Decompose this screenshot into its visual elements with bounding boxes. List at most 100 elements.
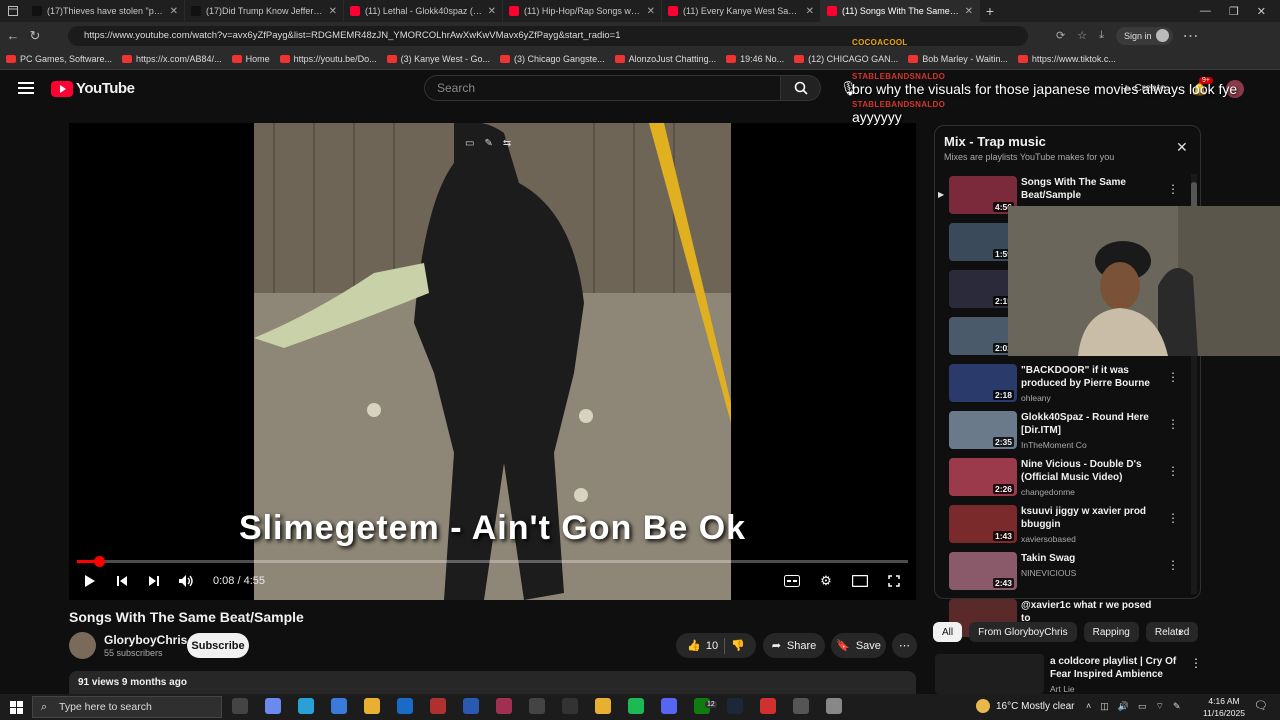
clip-icon[interactable]: ✎ (484, 138, 492, 149)
playlist-thumbnail[interactable]: 1:59 (949, 223, 1017, 261)
video-player[interactable]: ▭ ✎ ⇆ Slimegetem - Ain't Gon Be Ok 0:08 … (69, 123, 916, 600)
fullscreen-button[interactable] (883, 570, 905, 592)
item-menu-icon[interactable]: ⋮ (1167, 182, 1179, 196)
bookmark-item[interactable]: (3) Kanye West - Go... (386, 54, 490, 64)
playlist-thumbnail[interactable]: 2:26 (949, 458, 1017, 496)
reload-button[interactable]: ↻ (26, 27, 44, 45)
app-icon[interactable] (529, 698, 545, 714)
browser-tab[interactable]: (17)Did Trump Know Jeffery Epst... ✕ (185, 0, 344, 22)
like-button[interactable]: 👍 10 (687, 639, 718, 653)
playlist-item[interactable]: 1:43 ksuuvi jiggy w xavier prod bbuggin xa… (935, 505, 1185, 552)
edge-icon[interactable] (298, 698, 314, 714)
tab-close-icon[interactable]: ✕ (647, 6, 655, 17)
subscribe-button[interactable]: Subscribe (187, 633, 249, 658)
filter-chip[interactable]: All (933, 622, 963, 642)
item-menu-icon[interactable]: ⋮ (1167, 464, 1179, 478)
playlist-item[interactable]: 2:26 Nine Vicious - Double D's (Official … (935, 458, 1185, 505)
browser-tab[interactable]: (11) Hip-Hop/Rap Songs with Vid... ✕ (503, 0, 662, 22)
outlook-icon[interactable] (397, 698, 413, 714)
playlist-item[interactable]: 2:43 Takin Swag NINEVICIOUS ⋮ (935, 552, 1185, 599)
filter-chip[interactable]: Related (1145, 622, 1199, 642)
share-button[interactable]: ➦ Share (763, 633, 825, 658)
more-actions-button[interactable]: ⋯ (892, 633, 917, 658)
bookmark-item[interactable]: AlonzoJust Chatting... (614, 54, 716, 64)
menu-icon[interactable] (18, 81, 34, 95)
playlist-thumbnail[interactable]: 2:15 (949, 270, 1017, 308)
chevron-right-icon[interactable]: › (1178, 624, 1182, 639)
battery-icon[interactable]: ▭ (1138, 701, 1147, 712)
minimize-button[interactable]: — (1200, 5, 1211, 18)
playlist-item[interactable]: 2:18 "BACKDOOR" if it was produced by Pie… (935, 364, 1185, 411)
progress-scrubber[interactable] (94, 556, 106, 567)
playlist-thumbnail[interactable]: 2:43 (949, 552, 1017, 590)
progress-bar[interactable] (77, 556, 908, 567)
item-menu-icon[interactable]: ⋮ (1167, 511, 1179, 525)
channel-avatar[interactable] (69, 632, 96, 659)
maximize-button[interactable]: ❐ (1229, 5, 1239, 18)
browser-tab[interactable]: (17)Thieves have stolen "pricele... ✕ (26, 0, 185, 22)
task-view-icon[interactable] (232, 698, 248, 714)
edit-icon[interactable]: ✎ (1173, 701, 1181, 712)
app-icon[interactable] (760, 698, 776, 714)
browser-tab[interactable]: (11) Songs With The Same B... ✕ (821, 0, 980, 22)
tab-close-icon[interactable]: ✕ (488, 6, 496, 17)
clock[interactable]: 4:16 AM 11/16/2025 (1200, 695, 1248, 719)
volume-button[interactable] (175, 570, 197, 592)
bookmark-item[interactable]: Home (231, 54, 270, 64)
tab-actions-icon[interactable] (0, 0, 26, 22)
browser-tab[interactable]: (11) Lethal - Glokk40spaz (old ve... ✕ (344, 0, 503, 22)
bookmark-item[interactable]: https://youtu.be/Do... (279, 54, 377, 64)
tab-close-icon[interactable]: ✕ (170, 6, 178, 17)
playlist-item[interactable]: 2:35 Glokk40Spaz - Round Here [Dir.ITM] In… (935, 411, 1185, 458)
spotify-icon[interactable] (628, 698, 644, 714)
item-menu-icon[interactable]: ⋮ (1167, 558, 1179, 572)
app-icon[interactable] (826, 698, 842, 714)
settings-button[interactable]: ⚙ (815, 570, 837, 592)
app-icon[interactable] (496, 698, 512, 714)
store-icon[interactable] (331, 698, 347, 714)
item-menu-icon[interactable]: ⋮ (1167, 417, 1179, 431)
discord-icon[interactable] (661, 698, 677, 714)
tab-close-icon[interactable]: ✕ (806, 6, 814, 17)
theater-button[interactable] (849, 570, 871, 592)
game-icon[interactable] (430, 698, 446, 714)
playlist-thumbnail[interactable]: 2:35 (949, 411, 1017, 449)
previous-button[interactable] (111, 570, 133, 592)
recommended-menu-icon[interactable]: ⋮ (1190, 656, 1202, 670)
playlist-thumbnail[interactable]: 2:18 (949, 364, 1017, 402)
filter-chip[interactable]: Rapping (1083, 622, 1139, 642)
back-button[interactable]: ← (4, 27, 22, 45)
channel-name[interactable]: GloryboyChris (104, 633, 187, 647)
save-button[interactable]: 🔖 Save (831, 633, 886, 658)
subtitles-button[interactable] (781, 570, 803, 592)
app-icon[interactable] (793, 698, 809, 714)
browser-tab[interactable]: (11) Every Kanye West Sample EV... ✕ (662, 0, 821, 22)
youtube-logo[interactable]: YouTube (51, 80, 135, 97)
item-menu-icon[interactable]: ⋮ (1167, 370, 1179, 384)
app-icon[interactable] (463, 698, 479, 714)
steam-icon[interactable] (727, 698, 743, 714)
search-button[interactable] (781, 75, 821, 101)
tab-close-icon[interactable]: ✕ (965, 6, 973, 17)
network-icon[interactable]: ◫ (1100, 701, 1109, 712)
close-window-button[interactable]: ✕ (1257, 5, 1266, 18)
app-icon[interactable] (562, 698, 578, 714)
weather-widget[interactable]: 16°C Mostly clear (976, 699, 1074, 713)
playlist-thumbnail[interactable]: 4:56 (949, 176, 1017, 214)
bookmark-item[interactable]: PC Games, Software... (6, 54, 112, 64)
filter-chip[interactable]: From GloryboyChris (969, 622, 1077, 642)
recommended-title[interactable]: a coldcore playlist | Cry Of Fear Inspir… (1050, 655, 1185, 681)
search-input[interactable]: Search (424, 75, 781, 101)
app-icon[interactable] (595, 698, 611, 714)
playlist-thumbnail[interactable]: 1:43 (949, 505, 1017, 543)
start-button[interactable] (0, 700, 32, 714)
next-button[interactable] (143, 570, 165, 592)
volume-tray-icon[interactable]: 🔊 (1118, 701, 1129, 712)
accessibility-icon[interactable]: ⇆ (503, 138, 511, 149)
chevron-up-icon[interactable]: ˄ (1086, 701, 1091, 712)
bookmark-item[interactable]: (3) Chicago Gangste... (500, 54, 605, 64)
playlist-thumbnail[interactable]: 2:02 (949, 317, 1017, 355)
dislike-button[interactable]: 👎 (731, 639, 745, 652)
taskbar-search[interactable]: ⌕ Type here to search (32, 696, 222, 718)
close-icon[interactable]: ✕ (1176, 139, 1188, 156)
